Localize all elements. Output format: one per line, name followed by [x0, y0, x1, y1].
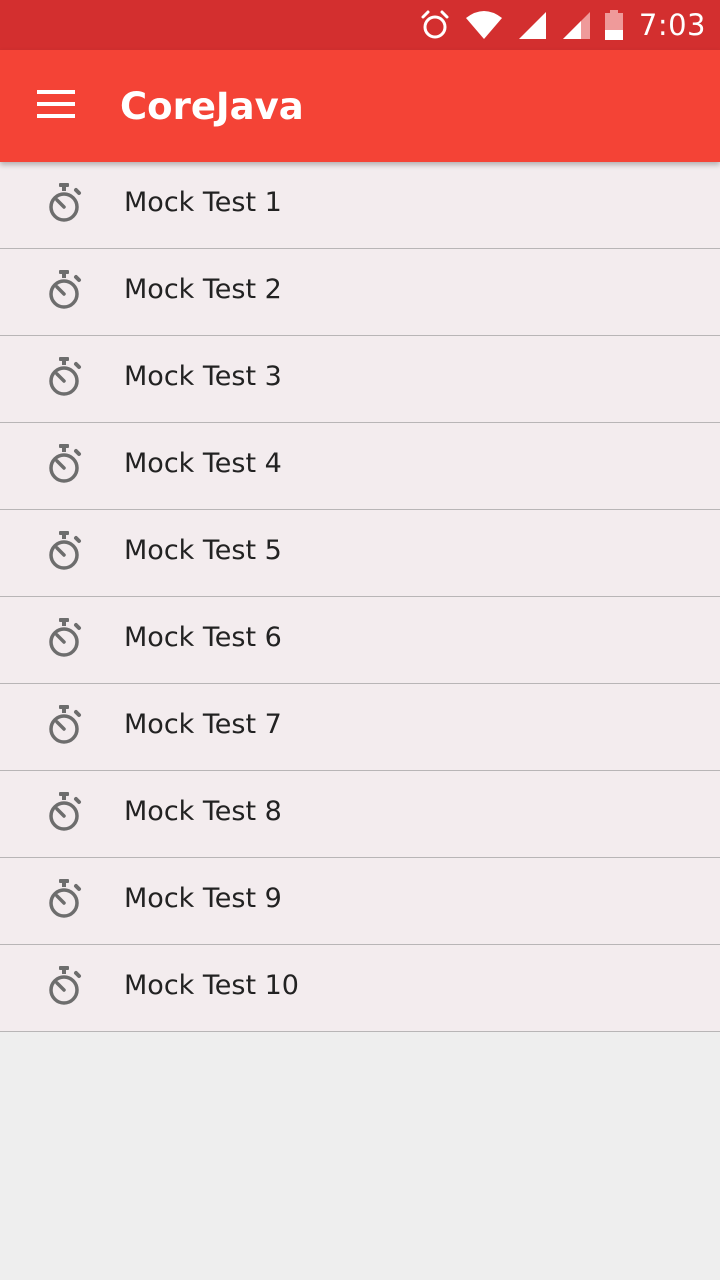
alarm-icon	[419, 9, 451, 41]
wifi-icon	[465, 10, 503, 40]
stopwatch-icon	[45, 182, 83, 224]
list-item[interactable]: Mock Test 7	[0, 684, 720, 771]
mock-test-list: Mock Test 1 Mock Test 2 Mock Test 3 Mock…	[0, 162, 720, 1032]
signal-icon	[517, 10, 547, 40]
stopwatch-icon	[45, 878, 83, 920]
list-item-label: Mock Test 5	[124, 535, 282, 566]
list-item-label: Mock Test 8	[124, 796, 282, 827]
list-item[interactable]: Mock Test 6	[0, 597, 720, 684]
list-item[interactable]: Mock Test 10	[0, 945, 720, 1032]
list-item[interactable]: Mock Test 9	[0, 858, 720, 945]
stopwatch-icon	[45, 443, 83, 485]
stopwatch-icon	[45, 356, 83, 398]
status-bar: 7:03	[0, 0, 720, 50]
list-item[interactable]: Mock Test 2	[0, 249, 720, 336]
battery-icon	[604, 10, 623, 40]
stopwatch-icon	[45, 704, 83, 746]
status-time: 7:03	[638, 8, 706, 42]
list-item-label: Mock Test 2	[124, 274, 282, 305]
list-item-label: Mock Test 6	[124, 622, 282, 653]
stopwatch-icon	[45, 269, 83, 311]
list-item-label: Mock Test 10	[124, 970, 299, 1001]
stopwatch-icon	[45, 965, 83, 1007]
list-item-label: Mock Test 1	[124, 187, 282, 218]
list-item[interactable]: Mock Test 8	[0, 771, 720, 858]
hamburger-menu-icon	[37, 90, 75, 122]
list-item[interactable]: Mock Test 5	[0, 510, 720, 597]
menu-button[interactable]	[24, 78, 88, 134]
list-item-label: Mock Test 7	[124, 709, 282, 740]
status-icons: 7:03	[405, 0, 706, 50]
app-title: CoreJava	[120, 85, 304, 128]
stopwatch-icon	[45, 617, 83, 659]
list-item-label: Mock Test 3	[124, 361, 282, 392]
list-item[interactable]: Mock Test 4	[0, 423, 720, 510]
stopwatch-icon	[45, 530, 83, 572]
app-bar: CoreJava	[0, 50, 720, 162]
list-item-label: Mock Test 4	[124, 448, 282, 479]
stopwatch-icon	[45, 791, 83, 833]
signal-icon	[561, 10, 591, 40]
list-item[interactable]: Mock Test 1	[0, 162, 720, 249]
list-item-label: Mock Test 9	[124, 883, 282, 914]
list-item[interactable]: Mock Test 3	[0, 336, 720, 423]
